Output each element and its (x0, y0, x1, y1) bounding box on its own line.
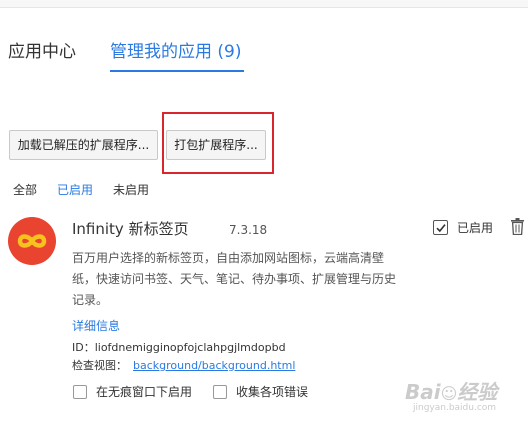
incognito-label: 在无痕窗口下启用 (96, 385, 193, 399)
extension-description: 百万用户选择的新标签页，自由添加网站图标，云端高清壁纸，快速访问书签、天气、笔记… (72, 251, 397, 307)
tab-app-center[interactable]: 应用中心 (8, 40, 76, 64)
inspect-background-link[interactable]: background/background.html (133, 359, 295, 372)
extension-id-row: ID：liofdnemigginopfojclahpgjlmdopbd (72, 340, 286, 356)
tab-manage-apps[interactable]: 管理我的应用 (9) (110, 40, 241, 64)
inspect-label: 检查视图： (72, 359, 127, 372)
collect-errors-checkbox[interactable] (213, 385, 227, 399)
enable-checkbox[interactable] (433, 220, 448, 235)
extension-version: 7.3.18 (229, 223, 268, 237)
incognito-checkbox[interactable] (73, 385, 87, 399)
inspect-views-row: 检查视图： background/background.html (72, 358, 295, 374)
filter-enabled[interactable]: 已启用 (57, 182, 93, 198)
details-link[interactable]: 详细信息 (72, 318, 120, 334)
filter-all[interactable]: 全部 (13, 182, 37, 198)
filter-disabled[interactable]: 未启用 (113, 182, 149, 198)
active-tab-indicator (110, 70, 244, 72)
extension-name: Infinity 新标签页 (72, 220, 189, 238)
checkmark-icon (436, 224, 446, 233)
watermark: Bai☺经验 jingyan.baidu.com (405, 380, 498, 413)
id-value: liofdnemigginopfojclahpgjlmdopbd (94, 341, 286, 354)
infinity-icon (8, 217, 56, 265)
enable-label: 已启用 (457, 221, 494, 235)
trash-icon[interactable] (510, 218, 525, 236)
id-label: ID： (72, 341, 95, 354)
highlight-annotation (162, 112, 274, 174)
collect-errors-label: 收集各项错误 (236, 385, 309, 399)
load-unpacked-button[interactable]: 加载已解压的扩展程序... (9, 130, 158, 160)
top-strip (0, 0, 528, 8)
